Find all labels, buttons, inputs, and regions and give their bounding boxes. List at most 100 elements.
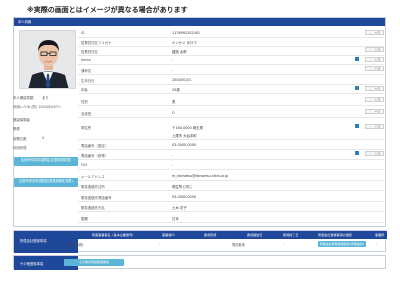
field-value: - (172, 58, 174, 62)
field-label: 現住所 (81, 126, 92, 130)
field-row-fax: FAX - (78, 161, 384, 170)
field-value: 土木 花子 (172, 206, 187, 210)
field-label: Name (81, 58, 92, 62)
checkbox-icon[interactable] (355, 124, 359, 128)
office-cell: - (376, 242, 378, 246)
edit-toggle[interactable] (379, 86, 384, 91)
visibility-select[interactable] (365, 97, 379, 102)
checkbox-icon[interactable] (355, 151, 359, 155)
column-header: 雇用終了日 (281, 231, 314, 239)
field-value: - (172, 153, 174, 157)
visibility-select[interactable] (365, 109, 379, 114)
field-value: - (172, 163, 174, 167)
insurance-label: 健康保険者 (13, 118, 30, 122)
column-header: 事業所 (372, 231, 387, 239)
employment-card: 所属会社登録事項 所属事業者名（基本企業番号） 事業者ID 雇用形態 雇用開始日… (13, 230, 387, 253)
checkbox-icon[interactable] (355, 57, 359, 61)
employment-start-cell: 同社着用 (232, 243, 245, 247)
field-row-kana: 従業員氏名フリガナ ケンセツ タロウ (78, 38, 384, 47)
field-label: 緊急連絡先電話番号 (81, 196, 112, 200)
field-row-roman-name: Name - (78, 56, 384, 65)
column-header: 雇用形態 (190, 231, 244, 239)
visibility-select[interactable] (365, 86, 379, 91)
postal-label: 郵便 (13, 127, 20, 131)
prev-days-label: 前職日数 (13, 137, 27, 141)
field-label: 国籍 (81, 217, 88, 221)
column-header: 事業者ID (156, 231, 190, 239)
edit-toggle[interactable] (379, 66, 384, 71)
field-row-emergency-name: 緊急連絡先氏名 土木 花子 (78, 203, 384, 212)
visibility-select[interactable] (365, 66, 379, 71)
field-value: 1178992202401 (172, 31, 201, 35)
field-row-birthdate: 生年月日 2000/01/01 (78, 76, 384, 85)
field-row-address: 現住所 〒160-0000 埼玉県 (78, 123, 384, 131)
field-label: 通称名 (81, 69, 92, 73)
view-other-registration-button[interactable]: その他の登録事項閲覧 (64, 259, 124, 266)
field-label: 電話番号（固定） (81, 144, 109, 148)
field-value: 03-0000-0000 (172, 143, 197, 147)
field-label: FAX (81, 163, 88, 167)
field-row-emergency-address: 緊急連絡先住所 現住所と同じ (78, 182, 384, 191)
section-header: 本人情報 (14, 18, 385, 26)
insurance-row: 健康保険者 (13, 117, 77, 122)
field-value: 03-0000-0000 (172, 195, 197, 199)
field-row-emergency-phone: 緊急連絡先電話番号 03-0000-0000 (78, 193, 384, 202)
field-row-address-2: 上尾市 大谷本町 (78, 131, 384, 140)
id-document-row: 本人確認書類 あり (13, 95, 77, 100)
id-document-label: 本人確認書類 (13, 96, 34, 100)
company-name-cell: アップ工業（株） (60, 243, 86, 247)
field-label: メールアドレス (81, 175, 105, 179)
notice-text: ※実際の画面とはイメージが異なる場合があります (27, 6, 188, 14)
edit-toggle[interactable] (379, 109, 384, 114)
field-value: 建設 太郎 (172, 50, 187, 54)
field-value: m_kensetsu@kensetsu.kikin.or.jp (172, 174, 229, 178)
field-value: 現住所と同じ (172, 185, 193, 189)
field-value: 日本 (172, 217, 179, 221)
edit-toggle[interactable] (379, 57, 384, 62)
edit-toggle[interactable] (379, 47, 384, 52)
field-label: 緊急連絡先住所 (81, 185, 105, 189)
field-value: - (172, 68, 174, 72)
field-row-mobile: 電話番号（携帯） - (78, 151, 384, 160)
field-label: 緊急連絡先氏名 (81, 206, 105, 210)
field-label: 生年月日 (81, 79, 95, 83)
field-row-alias: 通称名 - (78, 66, 384, 75)
field-label: ID (81, 31, 85, 35)
field-row-gender: 性別 男 (78, 97, 384, 106)
usage-status-label: 利用状態 (13, 146, 27, 150)
field-row-age: 年齢 25歳 (78, 85, 384, 94)
field-label: 電話番号（携帯） (81, 154, 109, 158)
field-label: 性別 (81, 100, 88, 104)
usage-level-row: 利用レベル 1 (防) 2020/04/07～ (13, 104, 77, 109)
visibility-select[interactable] (365, 124, 379, 129)
person-photo-icon (20, 31, 75, 88)
visibility-select[interactable] (365, 30, 379, 35)
field-value: 男 (172, 100, 176, 104)
field-label: 血液型 (81, 112, 92, 116)
checkbox-icon[interactable] (355, 86, 359, 90)
usage-status-row: 利用状態 (13, 145, 77, 150)
prev-days-value: 0 (42, 136, 45, 140)
usage-level-value: 1 (防) 2020/04/07～ (28, 105, 62, 109)
field-row-blood-type: 血液型 O (78, 109, 384, 118)
visibility-select[interactable] (365, 57, 379, 62)
other-registration-card: その他登録事項 その他の登録事項閲覧 (13, 255, 386, 270)
field-row-email: メールアドレス m_kensetsu@kensetsu.kikin.or.jp (78, 172, 384, 181)
view-contact-change-button[interactable]: 区役所申請事項閲覧(緊急連絡先変更) (14, 178, 78, 187)
view-company-registration-button[interactable]: 所属会社登録事項閲覧(所属会社) (318, 241, 366, 247)
edit-toggle[interactable] (379, 124, 384, 129)
field-label: 年齢 (81, 88, 88, 92)
view-address-change-button[interactable]: 区役所申請事項閲覧(住居情報変更) (14, 157, 78, 166)
field-row-nationality: 国籍 日本 (78, 214, 384, 223)
edit-toggle[interactable] (379, 97, 384, 102)
field-value: 上尾市 大谷本町 (172, 134, 197, 138)
edit-toggle[interactable] (379, 30, 384, 35)
field-label: 従業員氏名 (81, 50, 98, 54)
postal-row: 郵便 (13, 126, 77, 131)
visibility-select[interactable] (365, 47, 379, 52)
edit-toggle[interactable] (379, 151, 384, 156)
field-row-name: 従業員氏名 建設 太郎 (78, 47, 384, 56)
field-value: 25歳 (172, 88, 180, 92)
id-document-value: あり (42, 96, 49, 100)
visibility-select[interactable] (365, 151, 379, 156)
